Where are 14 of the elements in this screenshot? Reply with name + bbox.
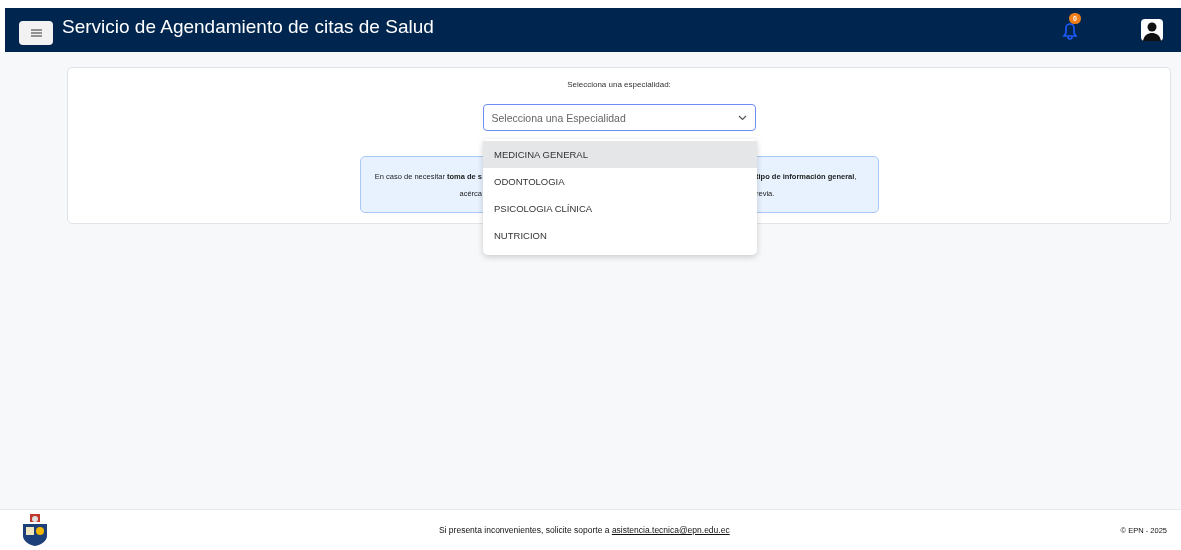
- app-title: Servicio de Agendamiento de citas de Salud: [62, 16, 435, 38]
- dropdown-option[interactable]: MEDICINA GENERAL: [483, 141, 757, 168]
- dropdown-option[interactable]: PSICOLOGIA CLÍNICA: [483, 195, 757, 222]
- menu-button[interactable]: [19, 21, 53, 45]
- support-text: Si presenta inconvenientes, solicite soporte a asistencia.tecnica@epn.edu.ec: [437, 525, 731, 535]
- specialty-select[interactable]: Selecciona una Especialidad: [482, 104, 756, 131]
- email-link[interactable]: asistencia.tecnica@epn.edu.ec: [611, 525, 730, 535]
- dropdown-option[interactable]: NUTRICION: [483, 222, 757, 249]
- dropdown-option[interactable]: ODONTOLOGIA: [483, 168, 757, 195]
- shield-logo-icon: [22, 514, 48, 546]
- menu-icon: [30, 29, 42, 37]
- field-label: Selecciona una especialidad:: [567, 80, 671, 89]
- chevron-down-icon: [737, 114, 747, 121]
- user-avatar-icon[interactable]: [1141, 19, 1163, 41]
